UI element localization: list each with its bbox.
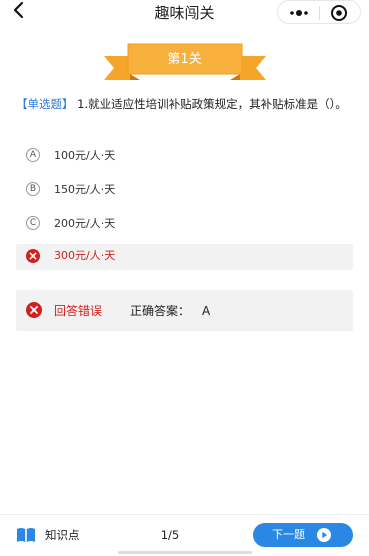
correct-answer-value: A	[202, 304, 211, 318]
wrong-x-icon	[26, 302, 42, 318]
option-letter-badge: C	[26, 216, 40, 230]
option-letter-badge: A	[26, 148, 40, 162]
question-type-tag: 【单选题】	[16, 97, 74, 111]
capsule-divider	[319, 6, 320, 20]
more-icon[interactable]	[286, 5, 312, 21]
answer-result-panel: 回答错误 正确答案： A	[16, 290, 353, 331]
option-c[interactable]: C 200元/人·天	[16, 212, 353, 238]
result-status: 回答错误	[54, 304, 103, 318]
next-question-label: 下一题	[272, 528, 305, 541]
wrong-x-icon	[26, 249, 40, 263]
close-target-icon[interactable]	[329, 4, 349, 22]
option-text: 150元/人·天	[54, 183, 116, 196]
option-letter-badge: B	[26, 182, 40, 196]
option-text: 100元/人·天	[54, 149, 116, 162]
level-label: 第1关	[167, 52, 202, 67]
next-question-button[interactable]: 下一题	[253, 523, 353, 547]
option-text: 300元/人·天	[54, 249, 116, 262]
home-indicator	[118, 551, 252, 554]
bottom-toolbar: 知识点 1/5 下一题	[0, 514, 369, 556]
option-b[interactable]: B 150元/人·天	[16, 178, 353, 204]
option-a[interactable]: A 100元/人·天	[16, 144, 353, 170]
play-circle-icon	[317, 528, 331, 542]
option-d-wrong[interactable]: 300元/人·天	[16, 244, 353, 270]
option-text: 200元/人·天	[54, 217, 116, 230]
question-text: 【单选题】 1.就业适应性培训补贴政策规定，其补贴标准是（）。	[16, 94, 358, 114]
mini-program-capsule	[277, 0, 361, 24]
correct-answer-label: 正确答案：	[130, 304, 191, 318]
question-body: 1.就业适应性培训补贴政策规定，其补贴标准是（）。	[73, 97, 347, 111]
nav-bar: 趣味闯关	[0, 0, 369, 26]
